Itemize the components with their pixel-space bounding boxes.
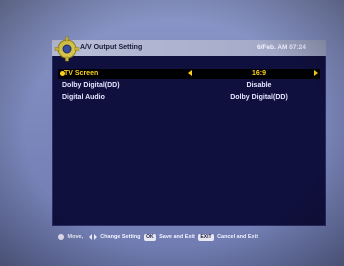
navigation-dpad-icon (58, 234, 64, 240)
setting-value: Disable (246, 82, 272, 89)
ok-key-badge: OK (144, 233, 156, 241)
arrow-left-icon[interactable] (188, 70, 192, 76)
setting-value: 16:9 (251, 70, 266, 77)
setting-row-digital-audio[interactable]: Digital Audio Dolby Digital(DD) (58, 93, 320, 103)
footer-help-bar: Move, Change Setting OK Save and Exit EX… (58, 232, 258, 242)
settings-panel (52, 40, 326, 226)
footer-save-text: Save and Exit (159, 234, 195, 240)
left-right-arrows-icon (88, 234, 97, 240)
gear-icon (54, 36, 80, 62)
setting-row-tv-screen[interactable]: TV Screen 16:9 (58, 69, 320, 79)
setting-label: Dolby Digital(DD) (62, 82, 120, 89)
setting-label: TV Screen (64, 70, 99, 77)
clock-display: 6/Feb. AM 07:24 (257, 44, 306, 51)
footer-change-text: Change Setting (100, 234, 141, 240)
footer-cancel-text: Cancel and Exit (217, 234, 259, 240)
setting-label: Digital Audio (62, 94, 105, 101)
footer-move-text: Move, (67, 234, 84, 240)
setting-value: Dolby Digital(DD) (230, 94, 288, 101)
tv-screen: A/V Output Setting 6/Feb. AM 07:24 TV Sc… (0, 0, 344, 266)
arrow-right-icon[interactable] (314, 70, 318, 76)
exit-key-badge: EXIT (198, 233, 214, 241)
page-title: A/V Output Setting (80, 44, 143, 51)
setting-row-dolby-digital[interactable]: Dolby Digital(DD) Disable (58, 81, 320, 91)
